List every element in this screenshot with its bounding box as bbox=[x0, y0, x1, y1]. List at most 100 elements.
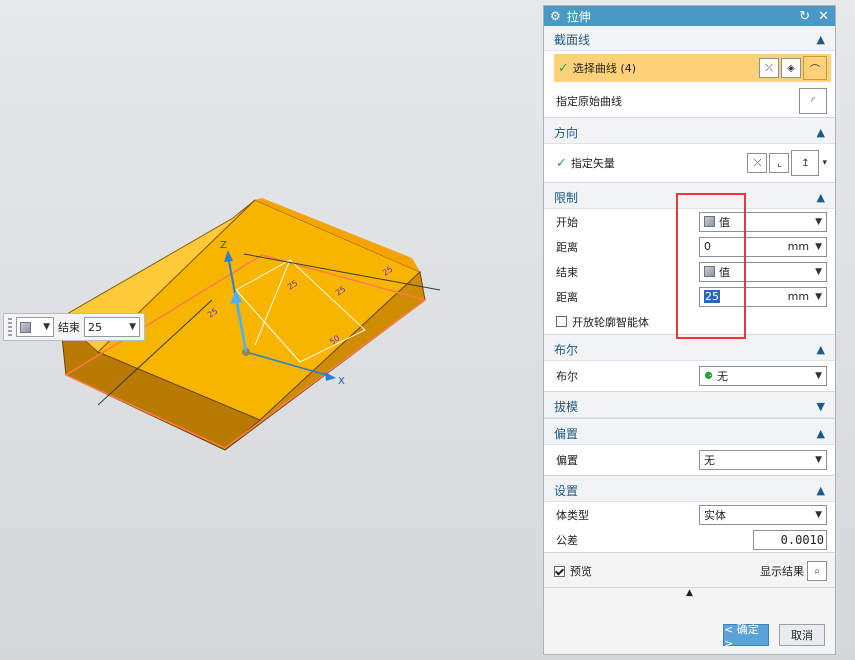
section-offset: 偏置 ▲ 偏置 无 ▼ bbox=[544, 422, 835, 476]
end-row: 结束 值 ▼ bbox=[544, 259, 835, 284]
end-type-value: 值 bbox=[719, 265, 730, 279]
floating-end-value-text: 25 bbox=[88, 320, 102, 334]
tolerance-input[interactable]: 0.0010 bbox=[753, 529, 827, 550]
section-direction: 方向 ▲ ✓ 指定矢量 ⤫ ⌞ ↥ ▾ bbox=[544, 121, 835, 183]
chevron-down-icon[interactable]: ▾ bbox=[822, 158, 827, 168]
section-boolean: 布尔 ▲ 布尔 ⚈ 无 ▼ bbox=[544, 338, 835, 392]
open-profile-checkbox[interactable] bbox=[556, 316, 567, 327]
select-curve-row[interactable]: ✓ 选择曲线 (4) ⤫ ◈ ⌒ bbox=[554, 54, 831, 82]
cube-icon bbox=[20, 321, 31, 333]
show-result-label: 显示结果 bbox=[760, 565, 804, 578]
section-settings-title: 设置 bbox=[554, 483, 579, 498]
end-unit: mm bbox=[787, 290, 810, 303]
section-direction-title: 方向 bbox=[554, 125, 579, 140]
floating-end-label: 结束 bbox=[58, 321, 80, 334]
chevron-down-icon: ▼ bbox=[815, 455, 822, 465]
specify-vector-row: ✓ 指定矢量 ⤫ ⌞ ↥ ▾ bbox=[544, 144, 835, 182]
cube-icon bbox=[704, 216, 715, 227]
start-unit: mm bbox=[787, 240, 810, 253]
section-limits: 限制 ▲ 开始 值 ▼ 距离 0 mm ▼ 结束 值 ▼ 距离 25 mm ▼ … bbox=[544, 186, 835, 335]
cancel-button[interactable]: 取消 bbox=[779, 624, 825, 646]
start-type-select[interactable]: 值 ▼ bbox=[699, 211, 827, 232]
section-curve: 截面线 ▲ ✓ 选择曲线 (4) ⤫ ◈ ⌒ 指定原始曲线 ◜ bbox=[544, 28, 835, 118]
chevron-down-icon: ▼ bbox=[815, 266, 822, 277]
section-curve-header[interactable]: 截面线 ▲ bbox=[544, 28, 835, 51]
body-type-value: 实体 bbox=[704, 508, 726, 522]
chevron-down-icon: ▼ bbox=[43, 322, 50, 332]
end-distance-label: 距离 bbox=[556, 290, 578, 304]
collapse-arrow-icon[interactable]: ▲ bbox=[544, 587, 835, 598]
chevron-down-icon[interactable]: ▼ bbox=[817, 400, 825, 413]
end-distance-input[interactable]: 25 mm ▼ bbox=[699, 286, 827, 307]
curve-icon[interactable]: ⌒ bbox=[803, 56, 827, 80]
sketch-section-icon[interactable]: ◈ bbox=[781, 58, 801, 78]
start-label: 开始 bbox=[556, 215, 578, 229]
dialog-title: 拉伸 bbox=[566, 9, 591, 24]
checkmark-icon: ✓ bbox=[556, 155, 567, 171]
chevron-up-icon[interactable]: ▲ bbox=[817, 343, 825, 356]
gear-icon[interactable]: ⚙ bbox=[550, 9, 561, 23]
chevron-up-icon[interactable]: ▲ bbox=[817, 33, 825, 46]
specify-vector-label: 指定矢量 bbox=[570, 157, 615, 170]
start-distance-input[interactable]: 0 mm ▼ bbox=[699, 236, 827, 257]
end-type-selector[interactable]: ▼ bbox=[16, 317, 54, 337]
dialog-titlebar[interactable]: ⚙ 拉伸 ↻ ✕ bbox=[544, 6, 835, 26]
section-boolean-header[interactable]: 布尔 ▲ bbox=[544, 338, 835, 361]
x-axis-label: X bbox=[338, 376, 345, 387]
section-offset-header[interactable]: 偏置 ▲ bbox=[544, 422, 835, 445]
preview-label: 预览 bbox=[570, 565, 592, 578]
end-type-select[interactable]: 值 ▼ bbox=[699, 261, 827, 282]
boolean-value: 无 bbox=[716, 370, 728, 383]
chevron-up-icon[interactable]: ▲ bbox=[817, 126, 825, 139]
section-settings-header[interactable]: 设置 ▲ bbox=[544, 479, 835, 502]
ok-button[interactable]: < 确定 > bbox=[723, 623, 769, 650]
offset-select[interactable]: 无 ▼ bbox=[699, 450, 827, 470]
section-curve-title: 截面线 bbox=[554, 32, 591, 47]
section-limits-header[interactable]: 限制 ▲ bbox=[544, 186, 835, 209]
boolean-none-icon: ⚈ bbox=[704, 370, 713, 382]
section-draft-title: 拔模 bbox=[554, 399, 579, 414]
offset-label: 偏置 bbox=[556, 454, 578, 467]
tolerance-label: 公差 bbox=[556, 533, 578, 547]
chevron-up-icon[interactable]: ▲ bbox=[817, 427, 825, 440]
magnifier-icon[interactable]: ⌕ bbox=[807, 561, 827, 581]
body-type-select[interactable]: 实体 ▼ bbox=[699, 504, 827, 525]
graphics-viewport[interactable]: Z X 25 25 25 50 25 ▼ 结束 25 ▼ bbox=[0, 0, 540, 660]
start-distance-row: 距离 0 mm ▼ bbox=[544, 234, 835, 259]
section-limits-title: 限制 bbox=[554, 190, 579, 205]
end-distance-value: 25 bbox=[704, 290, 720, 303]
body-type-row: 体类型 实体 ▼ bbox=[544, 502, 835, 527]
boolean-row: 布尔 ⚈ 无 ▼ bbox=[544, 361, 835, 391]
preview-checkbox[interactable] bbox=[554, 565, 565, 577]
origin-curve-icon[interactable]: ◜ bbox=[799, 88, 827, 114]
end-label: 结束 bbox=[556, 265, 578, 279]
chevron-up-icon[interactable]: ▲ bbox=[817, 191, 825, 204]
section-direction-header[interactable]: 方向 ▲ bbox=[544, 121, 835, 144]
chevron-down-icon: ▼ bbox=[815, 371, 822, 381]
z-axis-label: Z bbox=[220, 240, 227, 251]
reverse-vector-icon[interactable]: ⤫ bbox=[747, 153, 768, 173]
floating-end-value[interactable]: 25 ▼ bbox=[84, 317, 140, 337]
drag-handle-icon[interactable] bbox=[8, 318, 12, 336]
specify-origin-curve-row: 指定原始曲线 ◜ bbox=[544, 85, 835, 117]
boolean-select[interactable]: ⚈ 无 ▼ bbox=[699, 366, 827, 386]
reset-icon[interactable]: ↻ bbox=[799, 9, 810, 24]
open-profile-row: 开放轮廓智能体 bbox=[544, 309, 835, 334]
preview-row: 预览 显示结果 ⌕ bbox=[544, 559, 835, 583]
start-distance-label: 距离 bbox=[556, 240, 578, 254]
section-offset-title: 偏置 bbox=[554, 426, 579, 441]
section-settings: 设置 ▲ 体类型 实体 ▼ 公差 0.0010 bbox=[544, 479, 835, 553]
dialog-footer: < 确定 > 取消 bbox=[723, 623, 825, 650]
chevron-down-icon: ▼ bbox=[815, 509, 822, 520]
start-row: 开始 值 ▼ bbox=[544, 209, 835, 234]
section-draft-header[interactable]: 拔模 ▼ bbox=[544, 395, 835, 418]
close-icon[interactable]: ✕ bbox=[818, 9, 829, 24]
chevron-up-icon[interactable]: ▲ bbox=[817, 484, 825, 497]
vector-icon[interactable]: ↥ bbox=[791, 150, 820, 176]
open-profile-label: 开放轮廓智能体 bbox=[572, 315, 649, 329]
reverse-direction-icon[interactable]: ⤫ bbox=[759, 58, 779, 78]
floating-end-toolbar: ▼ 结束 25 ▼ bbox=[3, 313, 145, 341]
end-distance-row: 距离 25 mm ▼ bbox=[544, 284, 835, 309]
tolerance-row: 公差 0.0010 bbox=[544, 527, 835, 552]
vector-dialog-icon[interactable]: ⌞ bbox=[769, 153, 790, 173]
